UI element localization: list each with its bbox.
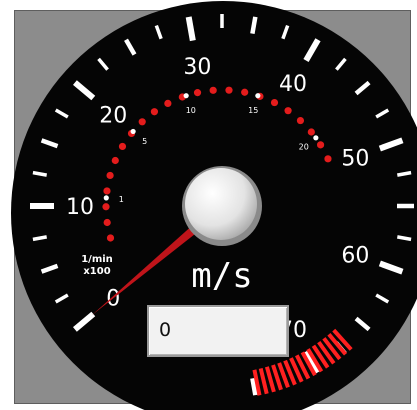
speed-label: 30	[183, 55, 211, 80]
speed-tick	[396, 170, 412, 177]
rpm-dot	[284, 107, 292, 115]
speed-label: 40	[279, 72, 307, 97]
rpm-unit-label-line2: x100	[83, 266, 110, 277]
rpm-dot	[307, 128, 315, 136]
rpm-dot	[138, 118, 146, 126]
rpm-dot	[296, 116, 305, 125]
rpm-marker-dot	[103, 195, 109, 201]
speed-label: 50	[341, 146, 369, 171]
speed-label: 60	[341, 244, 369, 269]
speed-label: 20	[99, 104, 127, 129]
rpm-label: 5	[142, 137, 147, 146]
rpm-dot	[193, 89, 202, 97]
speed-tick	[396, 235, 412, 242]
rpm-dot	[118, 142, 127, 151]
rpm-dot	[164, 99, 172, 108]
speed-label: 0	[106, 286, 120, 311]
rpm-dot	[225, 86, 233, 94]
rpm-marker-dot	[183, 93, 189, 99]
rpm-dot	[103, 187, 111, 195]
speed-tick	[185, 16, 196, 42]
rpm-dot	[316, 141, 325, 149]
rpm-marker-dot	[130, 128, 136, 135]
rpm-dot	[111, 156, 119, 165]
speed-tick	[250, 16, 258, 35]
needle-hub	[182, 166, 262, 246]
rpm-dot	[102, 203, 110, 211]
speed-tick	[32, 170, 48, 177]
rpm-dot	[324, 155, 332, 163]
rpm-label: 1	[119, 195, 124, 204]
rpm-marker-dot	[313, 135, 319, 141]
speed-label: 10	[66, 195, 94, 220]
speed-readout-field[interactable]: 0	[147, 305, 289, 357]
speed-tick	[32, 235, 48, 242]
rpm-dot	[103, 218, 111, 227]
rpm-unit-label-line1: 1/min	[81, 254, 113, 265]
rpm-dot	[209, 86, 217, 94]
rpm-label: 15	[248, 106, 258, 115]
rpm-dot	[270, 98, 279, 107]
rpm-dot	[106, 234, 115, 242]
rpm-label: 20	[299, 143, 309, 152]
rpm-dot	[106, 171, 114, 180]
rpm-dot	[241, 88, 249, 96]
unit-label: m/s	[191, 256, 252, 296]
rpm-marker-dot	[255, 93, 261, 99]
rpm-label: 10	[186, 106, 196, 115]
rpm-dot	[150, 108, 159, 116]
